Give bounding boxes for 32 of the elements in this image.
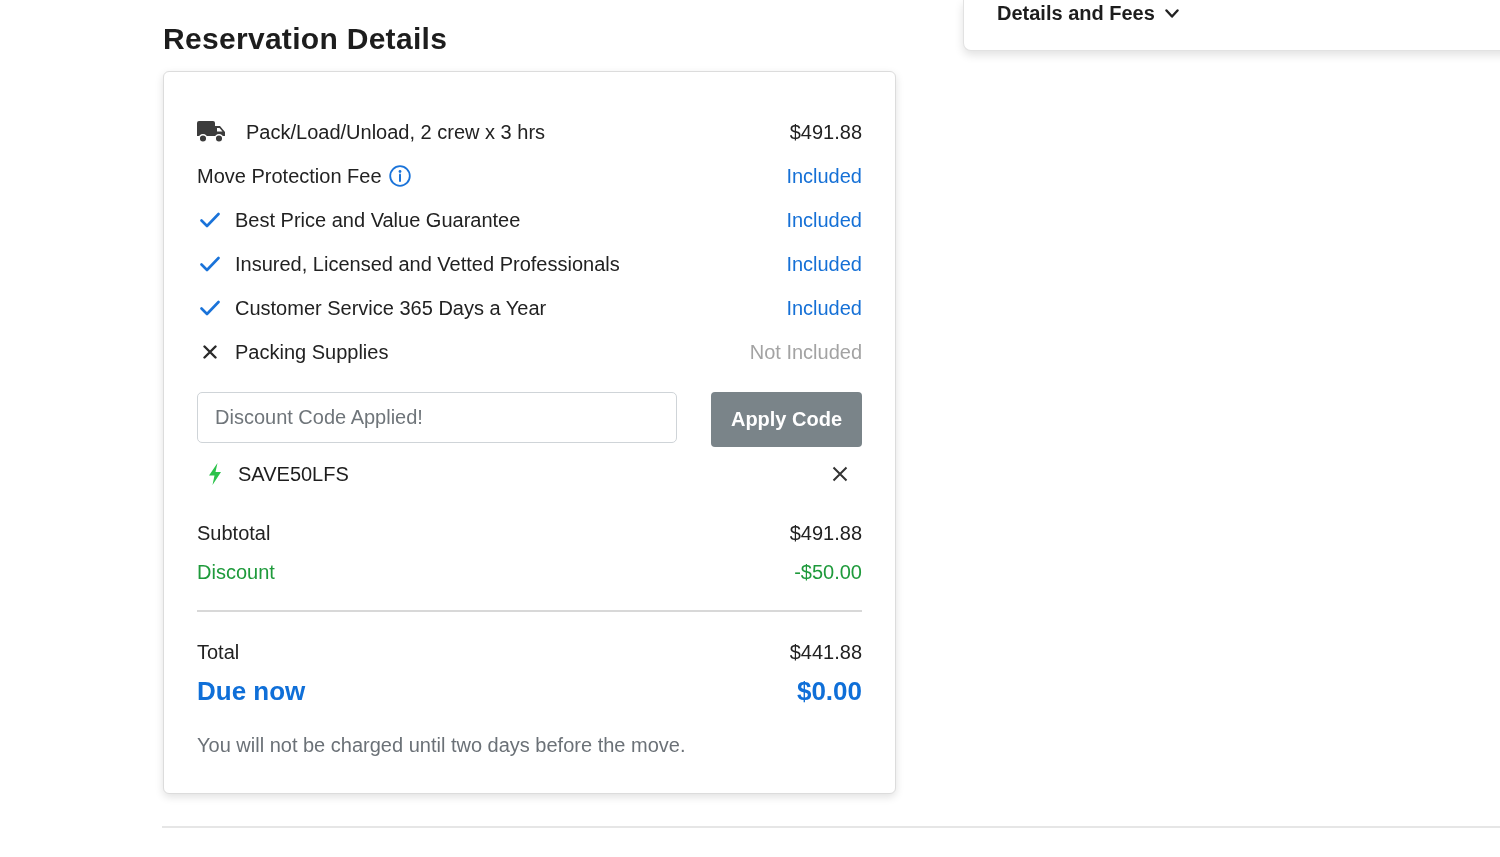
apply-code-button[interactable]: Apply Code bbox=[711, 392, 862, 447]
item-status: Included bbox=[786, 252, 862, 276]
summary-value: $491.88 bbox=[789, 520, 862, 545]
item-label: Move Protection Fee bbox=[197, 164, 382, 188]
item-status: Included bbox=[786, 208, 862, 232]
total-value: $441.88 bbox=[789, 639, 862, 664]
item-label: Best Price and Value Guarantee bbox=[235, 208, 521, 232]
charge-note: You will not be charged until two days before the move. bbox=[197, 733, 687, 757]
item-price: $491.88 bbox=[789, 120, 862, 144]
item-label: Packing Supplies bbox=[235, 340, 389, 364]
info-icon[interactable] bbox=[388, 165, 411, 187]
total-label: Total bbox=[197, 639, 240, 664]
close-icon bbox=[832, 466, 848, 482]
remove-code-button[interactable] bbox=[832, 466, 848, 482]
summary-value: -$50.00 bbox=[794, 559, 862, 584]
truck-icon bbox=[197, 121, 225, 143]
lightning-icon bbox=[208, 463, 222, 485]
due-now-label: Due now bbox=[197, 675, 306, 707]
discount-code-field[interactable]: Discount Code Applied! bbox=[197, 392, 677, 443]
section-title: Reservation Details bbox=[163, 21, 448, 50]
details-toggle[interactable]: Details and Fees bbox=[997, 2, 1179, 25]
item-label: Customer Service 365 Days a Year bbox=[235, 296, 547, 320]
summary-label: Subtotal bbox=[197, 520, 271, 545]
due-now-value: $0.00 bbox=[796, 675, 862, 707]
applied-code: SAVE50LFS bbox=[238, 462, 349, 486]
item-status: Not Included bbox=[749, 340, 862, 364]
item-status: Included bbox=[786, 164, 862, 188]
item-label: Insured, Licensed and Vetted Professionals bbox=[235, 252, 620, 276]
item-status: Included bbox=[786, 296, 862, 320]
chevron-down-icon bbox=[1164, 8, 1179, 19]
item-label: Pack/Load/Unload, 2 crew x 3 hrs bbox=[246, 120, 546, 144]
summary-label: Discount bbox=[197, 559, 275, 584]
